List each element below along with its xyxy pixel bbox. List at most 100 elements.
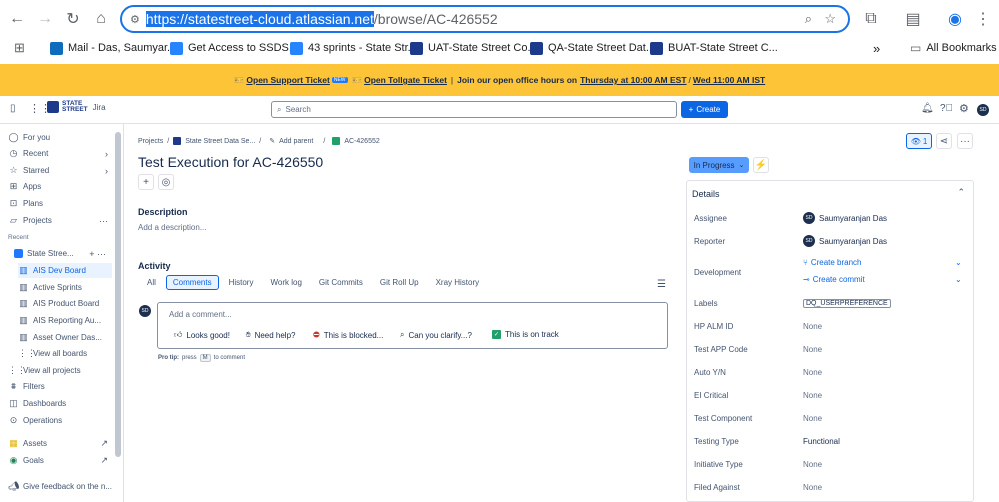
open-support-link[interactable]: Open Support Ticket [246,75,329,85]
address-bar[interactable]: ⚙ https://statestreet-cloud.atlassian.ne… [120,5,850,33]
sidebar-board-ais-product[interactable]: ▥ AIS Product Board [18,296,112,311]
tab-xray-history[interactable]: Xray History [429,275,487,290]
quick-reply-blocked[interactable]: ⛔︎ This is blocked... [313,330,383,340]
sidebar-item-assets[interactable]: ▦ Assets ↗ [8,436,112,451]
create-commit-link[interactable]: ⊸ Create commit [803,275,865,284]
help-icon[interactable]: ?⃝ [940,103,953,114]
tab-git-commits[interactable]: Git Commits [312,275,370,290]
comment-input[interactable]: Add a comment... [169,310,232,319]
apps-grid-icon[interactable]: ⊞ [14,38,25,58]
apps-circle-icon[interactable]: ◎ [158,174,174,190]
automation-icon[interactable]: ⚡ [753,157,769,173]
tab-git-roll-up[interactable]: Git Roll Up [373,275,426,290]
field-initiative-type[interactable]: Initiative Type None [694,457,964,471]
sidebar-scrollbar[interactable] [115,132,121,457]
issue-title[interactable]: Test Execution for AC-426550 [138,154,323,170]
field-test-app-code[interactable]: Test APP Code None [694,342,964,356]
sidebar-project[interactable]: State Stree... + ··· [8,246,112,261]
add-more-icon[interactable]: + ··· [89,249,106,259]
field-testing-type[interactable]: Testing Type Functional [694,434,964,448]
search-input[interactable]: ⌕ Search [271,101,677,118]
bookmark-1[interactable]: Get Access to SSDS... [170,38,298,58]
field-hp-alm-id[interactable]: HP ALM ID None [694,319,964,333]
zoom-icon[interactable]: ⌕ [805,11,812,27]
forward-icon[interactable]: → [34,8,56,30]
more-bookmarks[interactable]: » [873,38,880,58]
extensions-icon[interactable]: ⧉ [860,8,882,30]
sidebar-board-ais-reporting[interactable]: ▥ AIS Reporting Au... [18,313,112,328]
bookmark-4[interactable]: QA-State Street Dat... [530,38,655,58]
quick-reply-looks-good[interactable]: 👍︎ Looks good! [174,330,230,340]
sidebar-item-apps[interactable]: ⊞ Apps [8,179,112,194]
field-ei-critical[interactable]: EI Critical None [694,388,964,402]
share-icon[interactable]: ⋖ [936,133,952,149]
add-icon[interactable]: + [138,174,154,190]
tab-history[interactable]: History [222,275,261,290]
quick-reply-clarify[interactable]: ⌕ Can you clarify...? [400,330,472,340]
tab-comments[interactable]: Comments [165,275,219,290]
profile-icon[interactable]: ◉ [944,8,966,30]
field-test-component[interactable]: Test Component None [694,411,964,425]
field-filed-against[interactable]: Filed Against None [694,480,964,494]
sidebar-item-recent[interactable]: ◷ Recent › [8,146,112,161]
reload-icon[interactable]: ↻ [62,8,84,30]
chevron-down-icon[interactable]: ⌄ [955,258,962,267]
wednesday-link[interactable]: Wed 11:00 AM IST [693,75,765,85]
sidebar-item-filters[interactable]: ⩩ Filters [8,379,112,394]
crumb-project[interactable]: State Street Data Se... [185,138,255,145]
home-icon[interactable]: ⌂ [90,8,112,30]
sidebar-item-plans[interactable]: ⊡ Plans [8,196,112,211]
more-icon[interactable]: ··· [99,216,108,226]
star-icon[interactable]: ☆ [824,11,836,27]
field-reporter[interactable]: Reporter SD Saumyaranjan Das [694,234,964,248]
sidebar-feedback[interactable]: 📣︎ Give feedback on the n... [8,479,112,494]
sort-icon[interactable]: ☰ [657,279,666,290]
site-info-icon[interactable]: ⚙ [130,13,140,26]
crumb-projects[interactable]: Projects [138,138,163,145]
tab-work-log[interactable]: Work log [263,275,308,290]
quick-reply-need-help[interactable]: ✋︎ Need help? [246,330,295,340]
field-auto-yn[interactable]: Auto Y/N None [694,365,964,379]
quick-reply-on-track[interactable]: ✓ This is on track [492,330,559,339]
sidebar-item-starred[interactable]: ☆ Starred › [8,163,112,178]
crumb-issue-key[interactable]: AC-426552 [344,138,379,145]
more-actions-icon[interactable]: ··· [957,133,973,149]
notifications-icon[interactable]: 🔔︎ [921,103,934,114]
field-labels[interactable]: Labels DQ_USERPREFERENCE [694,296,964,310]
crumb-add-parent[interactable]: Add parent [279,138,313,145]
create-branch-link[interactable]: ⑂ Create branch [803,258,862,267]
sidebar-board-active-sprints[interactable]: ▥ Active Sprints [18,280,112,295]
watch-button[interactable]: 👁︎ 1 [906,133,932,149]
sidebar-item-goals[interactable]: ◉ Goals ↗ [8,453,112,468]
thursday-link[interactable]: Thursday at 10:00 AM EST [580,75,686,85]
menu-icon[interactable]: ⋮ [972,8,994,30]
chevron-down-icon[interactable]: ⌄ [955,275,962,284]
create-button[interactable]: + Create [681,101,728,118]
bookmark-5[interactable]: BUAT-State Street C... [650,38,778,58]
field-assignee[interactable]: Assignee SD Saumyaranjan Das [694,211,964,225]
all-bookmarks[interactable]: ▭ All Bookmarks [910,38,997,58]
sidebar-view-all-boards[interactable]: ⋮⋮ View all boards [18,346,112,361]
comment-box[interactable]: Add a comment... 👍︎ Looks good! ✋︎ Need he… [157,302,668,349]
bookmark-3[interactable]: UAT-State Street Co... [410,38,537,58]
open-tollgate-link[interactable]: Open Tollgate Ticket [364,75,447,85]
tab-all[interactable]: All [140,275,163,290]
user-avatar[interactable]: SD [977,104,989,116]
bookmark-2[interactable]: 43 sprints - State Str... [290,38,417,58]
sidebar-board-asset-owner[interactable]: ▥ Asset Owner Das... [18,330,112,345]
status-button[interactable]: In Progress ⌄ [689,157,749,173]
details-heading[interactable]: Details [692,189,720,199]
bookmark-0[interactable]: Mail - Das, Saumyar... [50,38,176,58]
tab-search-icon[interactable]: ▤ [902,8,924,30]
state-street-logo[interactable]: STATE STREET Jira [47,100,106,113]
chevron-up-icon[interactable]: ⌃ [957,187,965,198]
description-field[interactable]: Add a description... [138,223,206,232]
sidebar-item-projects[interactable]: ▱ Projects ··· [8,213,112,228]
sidebar-item-operations[interactable]: ⊙ Operations [8,413,112,428]
sidebar-item-dashboards[interactable]: ◫ Dashboards [8,396,112,411]
sidebar-view-all-projects[interactable]: ⋮⋮ View all projects [8,363,112,378]
sidebar-board-ais-dev[interactable]: ▥ AIS Dev Board [18,263,112,278]
sidebar-item-for-you[interactable]: ◯ For you [8,130,112,145]
sidebar-toggle-icon[interactable]: ▯ [10,103,16,114]
settings-icon[interactable]: ⚙ [959,102,969,115]
